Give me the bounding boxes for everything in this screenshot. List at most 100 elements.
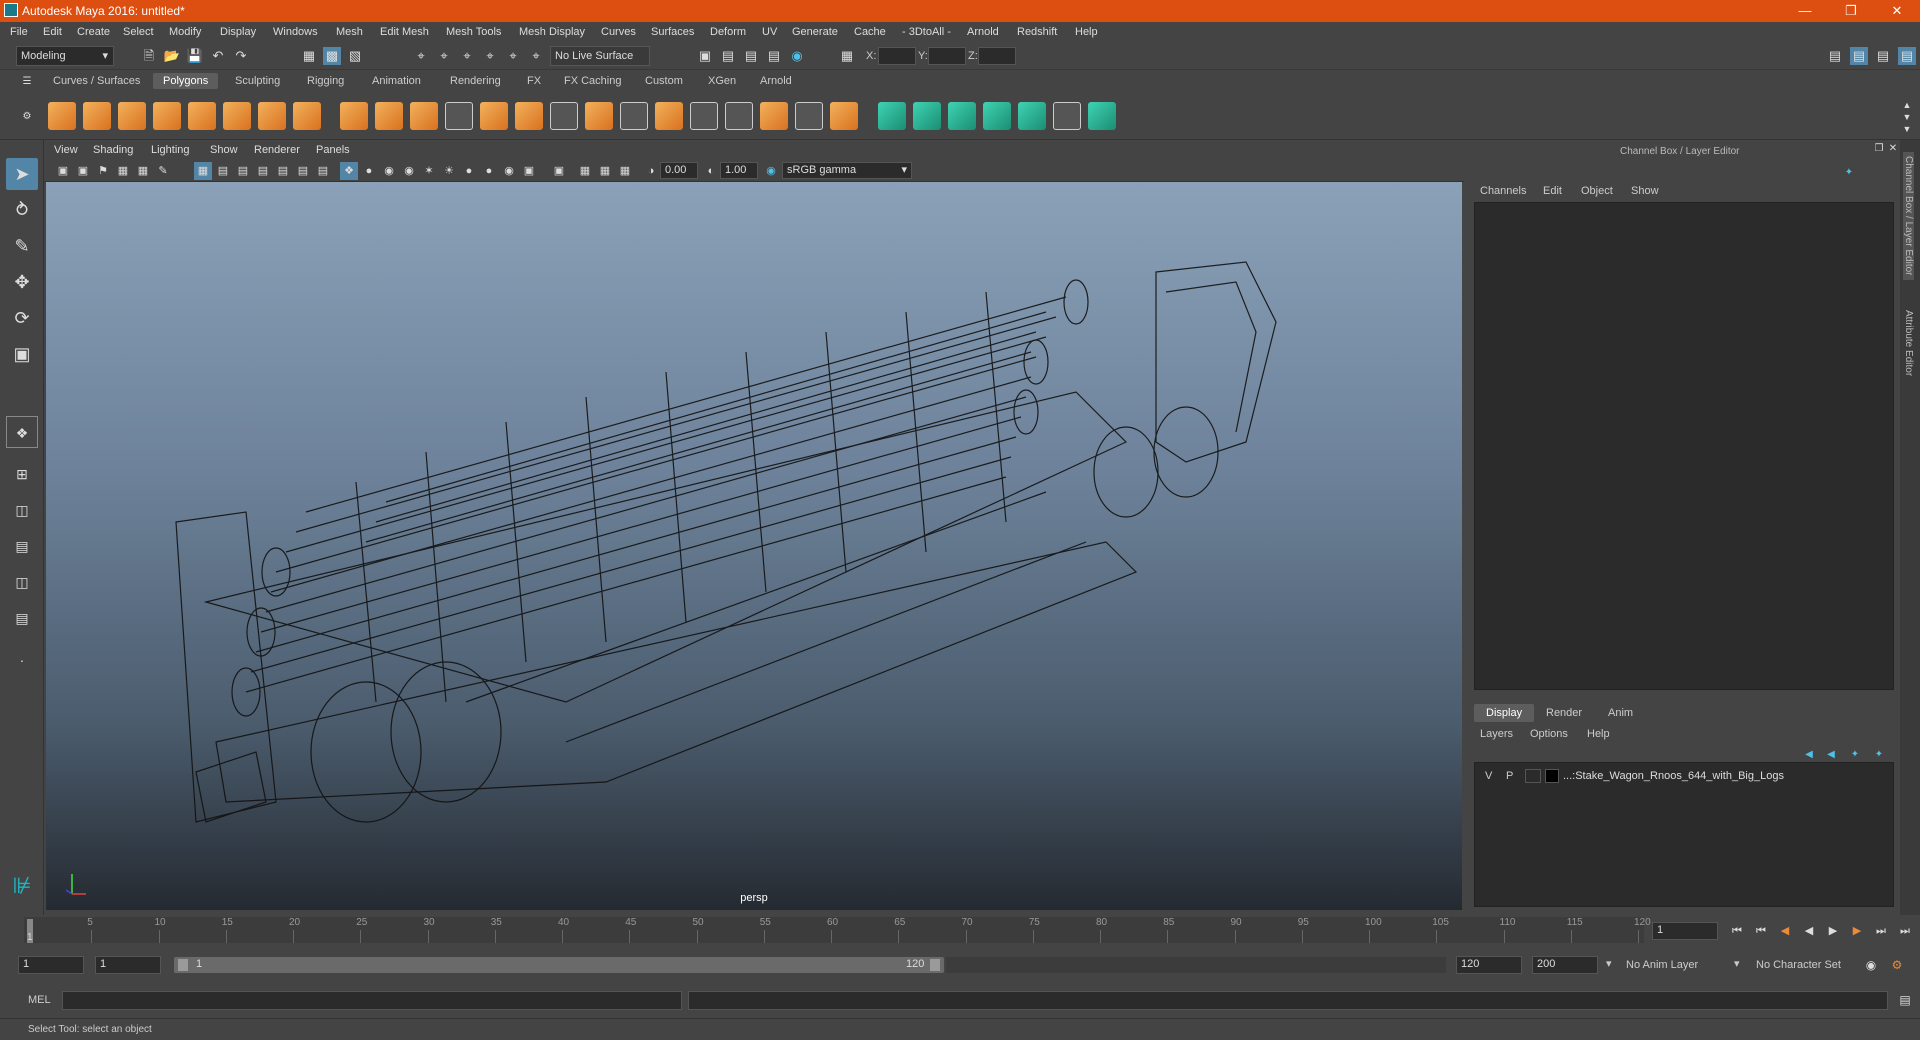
step-forward-frame-icon[interactable]: ⏭	[1872, 922, 1890, 940]
viewport-menu-view[interactable]: View	[54, 144, 78, 156]
menu-redshift[interactable]: Redshift	[1017, 26, 1057, 38]
z-field[interactable]	[978, 47, 1016, 65]
tab-attribute-editor[interactable]: Attribute Editor	[1903, 310, 1914, 376]
tab-display[interactable]: Display	[1474, 704, 1535, 722]
menu-select[interactable]: Select	[123, 26, 154, 38]
menu-windows[interactable]: Windows	[273, 26, 318, 38]
poly-sphere-icon[interactable]	[48, 102, 76, 130]
undo-icon[interactable]: ↶	[209, 47, 227, 65]
tab-polygons[interactable]: Polygons	[153, 73, 219, 89]
script-editor-icon[interactable]: ▤	[1896, 991, 1914, 1009]
render-frame-icon[interactable]: ▤	[719, 47, 737, 65]
menu-cache[interactable]: Cache	[854, 26, 886, 38]
target-weld-icon[interactable]	[795, 102, 823, 130]
range-start-handle[interactable]	[178, 959, 188, 971]
poly-pipe-icon[interactable]	[293, 102, 321, 130]
channels-menu-channels[interactable]: Channels	[1480, 185, 1526, 197]
gamma-field[interactable]: 1.00	[720, 162, 758, 179]
layer-visibility-toggle[interactable]: V	[1485, 770, 1492, 782]
layers-menu-options[interactable]: Options	[1530, 728, 1568, 740]
play-forwards-icon[interactable]: ▶	[1824, 922, 1842, 940]
poly-pyramid-icon[interactable]	[258, 102, 286, 130]
menu-edit-mesh[interactable]: Edit Mesh	[380, 26, 429, 38]
automatic-uv-icon[interactable]	[983, 102, 1011, 130]
spherical-uv-icon[interactable]	[948, 102, 976, 130]
snap-point-icon[interactable]: ⌖	[458, 47, 476, 65]
tab-xgen[interactable]: XGen	[708, 75, 736, 87]
channels-menu-show[interactable]: Show	[1631, 185, 1659, 197]
make-live-icon[interactable]: ⌖	[527, 47, 545, 65]
poly-cone-icon[interactable]	[153, 102, 181, 130]
safe-title-icon[interactable]: ▤	[314, 162, 332, 180]
close-button[interactable]: ✕	[1874, 0, 1920, 22]
combine-icon[interactable]	[340, 102, 368, 130]
animation-end-field[interactable]: 200	[1532, 956, 1598, 974]
use-all-lights-icon[interactable]: ✶	[420, 162, 438, 180]
gamma-icon[interactable]: ◐	[702, 162, 720, 180]
select-tool-icon[interactable]: ➤	[6, 158, 38, 190]
anti-aliasing-icon[interactable]: ◉	[500, 162, 518, 180]
tab-curves-surfaces[interactable]: Curves / Surfaces	[53, 75, 140, 87]
new-scene-icon[interactable]: 🗎	[140, 47, 158, 65]
exposure-icon[interactable]: ◑	[642, 162, 660, 180]
four-view-layout-icon[interactable]: ⊞	[6, 458, 38, 490]
image-plane-icon[interactable]: ▦	[114, 162, 132, 180]
tab-fx[interactable]: FX	[527, 75, 541, 87]
resolution-gate-icon[interactable]: ▤	[234, 162, 252, 180]
paint-select-tool-icon[interactable]: ✎	[6, 230, 38, 262]
uv-editor-icon[interactable]	[1053, 102, 1081, 130]
tool-settings-toggle-icon[interactable]: ▤	[1874, 47, 1892, 65]
poly-cube-icon[interactable]	[83, 102, 111, 130]
channel-box-toggle-icon[interactable]: ▤	[1898, 47, 1916, 65]
shelf-menu-icon[interactable]: ☰	[18, 73, 36, 91]
menu-mesh-display[interactable]: Mesh Display	[519, 26, 585, 38]
hypershade-layout-icon[interactable]: ▤	[6, 602, 38, 634]
extrude-icon[interactable]	[585, 102, 613, 130]
smooth-shade-icon[interactable]: ●	[360, 162, 378, 180]
anim-layer-dropdown[interactable]: No Anim Layer	[1622, 956, 1742, 974]
layout-uv-icon[interactable]	[1088, 102, 1116, 130]
planar-uv-icon[interactable]	[878, 102, 906, 130]
tab-sculpting[interactable]: Sculpting	[235, 75, 280, 87]
viewport-menu-panels[interactable]: Panels	[316, 144, 350, 156]
viewport-menu-shading[interactable]: Shading	[93, 144, 133, 156]
menu-help[interactable]: Help	[1075, 26, 1098, 38]
layer-display-type-toggle[interactable]	[1525, 769, 1541, 783]
wireframe-icon[interactable]: ❖	[340, 162, 358, 180]
insert-loop-icon[interactable]	[725, 102, 753, 130]
y-field[interactable]	[928, 47, 966, 65]
layer-color-swatch[interactable]	[1545, 769, 1559, 783]
save-scene-icon[interactable]: 💾	[186, 47, 204, 65]
merge-icon[interactable]	[760, 102, 788, 130]
modeling-toolkit-icon[interactable]: ▤	[1826, 47, 1844, 65]
cylindrical-uv-icon[interactable]	[913, 102, 941, 130]
unfold-uv-icon[interactable]	[1018, 102, 1046, 130]
play-backwards-icon[interactable]: ◀	[1800, 922, 1818, 940]
snap-projected-icon[interactable]: ⌖	[481, 47, 499, 65]
multi-cut-icon[interactable]	[550, 102, 578, 130]
poly-cylinder-icon[interactable]	[118, 102, 146, 130]
command-language-label[interactable]: MEL	[28, 994, 51, 1006]
2d-pan-zoom-icon[interactable]: ▦	[134, 162, 152, 180]
viewport-menu-lighting[interactable]: Lighting	[151, 144, 190, 156]
menu-arnold[interactable]: Arnold	[967, 26, 999, 38]
boolean-icon[interactable]	[480, 102, 508, 130]
depth-of-field-icon[interactable]: ▣	[520, 162, 538, 180]
edge-loop-icon[interactable]	[690, 102, 718, 130]
channels-menu-edit[interactable]: Edit	[1543, 185, 1562, 197]
camera-attributes-icon[interactable]: ▣	[74, 162, 92, 180]
range-slider-bar[interactable]: 1 120	[174, 957, 944, 973]
go-to-end-icon[interactable]: ⏭	[1896, 922, 1914, 940]
single-perspective-layout-icon[interactable]: ❖	[6, 416, 38, 448]
viewport-menu-show[interactable]: Show	[210, 144, 238, 156]
snap-view-icon[interactable]: ⌖	[504, 47, 522, 65]
scale-tool-icon[interactable]: ▣	[6, 338, 38, 370]
command-input[interactable]	[62, 991, 682, 1010]
tab-fx-caching[interactable]: FX Caching	[564, 75, 621, 87]
layer-name[interactable]: ...:Stake_Wagon_Rnoos_644_with_Big_Logs	[1563, 770, 1784, 782]
tab-arnold[interactable]: Arnold	[760, 75, 792, 87]
menu-mesh[interactable]: Mesh	[336, 26, 363, 38]
menu-uv[interactable]: UV	[762, 26, 777, 38]
layer-playback-toggle[interactable]: P	[1506, 770, 1513, 782]
tab-animation[interactable]: Animation	[372, 75, 421, 87]
